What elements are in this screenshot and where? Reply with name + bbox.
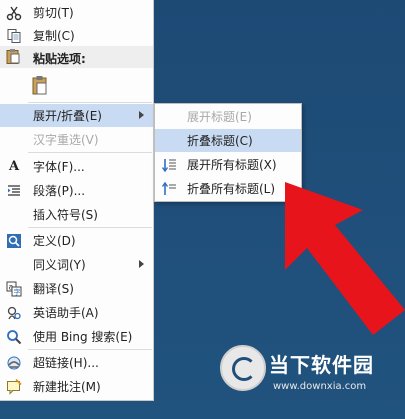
menu-item-new-comment[interactable]: 新建批注(M) <box>0 375 153 398</box>
paste-options-header: 粘贴选项: <box>0 46 153 68</box>
collapse-all-icon <box>160 180 178 198</box>
copy-icon <box>5 27 23 45</box>
menu-item-copy[interactable]: 复制(C) <box>0 24 153 47</box>
submenu-arrow-icon <box>139 111 144 119</box>
menu-item-font[interactable]: A 字体(F)... <box>0 155 153 178</box>
menu-item-label: 插入符号(S) <box>33 208 98 222</box>
paragraph-icon <box>5 182 23 200</box>
menu-item-paragraph[interactable]: 段落(P)... <box>0 179 153 202</box>
submenu-item-collapse-heading[interactable]: 折叠标题(C) <box>155 129 301 152</box>
menu-item-label: 字体(F)... <box>33 160 85 174</box>
separator <box>28 102 152 103</box>
context-menu: 剪切(T) 复制(C) 粘贴选项: 展开/折叠(E) 汉字重选(V) A 字体(… <box>0 0 154 401</box>
menu-item-hyperlink[interactable]: 超链接(H)... <box>0 351 153 374</box>
menu-item-label: 同义词(Y) <box>33 258 86 272</box>
paste-keep-text-only-button[interactable] <box>0 70 153 100</box>
menu-item-label: 剪切(T) <box>33 6 74 20</box>
menu-item-label: 汉字重选(V) <box>33 133 99 147</box>
svg-text:字: 字 <box>14 287 21 296</box>
menu-item-label: 超链接(H)... <box>33 356 99 370</box>
menu-item-label: 翻译(S) <box>33 282 74 296</box>
menu-item-label: 定义(D) <box>33 234 76 248</box>
menu-item-english-assistant[interactable]: 英语助手(A) <box>0 301 153 324</box>
paste-icon <box>5 48 21 67</box>
submenu-arrow-icon <box>139 260 144 268</box>
search-icon <box>5 328 23 346</box>
clipboard-paste-icon <box>31 76 49 95</box>
separator <box>28 349 152 350</box>
watermark: 当下软件园 www.downxia.com <box>215 343 405 409</box>
menu-item-synonyms[interactable]: 同义词(Y) <box>0 253 153 276</box>
english-assistant-icon <box>5 304 23 322</box>
translate-icon: a字 <box>5 280 23 298</box>
menu-item-label: 展开/折叠(E) <box>33 109 102 123</box>
menu-item-label: 展开标题(E) <box>187 110 252 124</box>
font-icon: A <box>8 159 20 174</box>
menu-item-define[interactable]: 定义(D) <box>0 229 153 252</box>
paste-options-label: 粘贴选项: <box>33 52 86 66</box>
watermark-logo-icon <box>220 345 266 391</box>
separator <box>28 152 152 153</box>
new-comment-icon <box>5 378 23 396</box>
menu-item-cut[interactable]: 剪切(T) <box>0 1 153 24</box>
menu-item-label: 复制(C) <box>33 29 75 43</box>
menu-item-label: 折叠标题(C) <box>187 134 253 148</box>
menu-item-insert-symbol[interactable]: 插入符号(S) <box>0 203 153 226</box>
menu-item-bing-search[interactable]: 使用 Bing 搜索(E) <box>0 325 153 348</box>
menu-item-translate[interactable]: a字 翻译(S) <box>0 277 153 300</box>
red-arrow-annotation <box>285 182 405 335</box>
menu-item-han-reconvert: 汉字重选(V) <box>0 128 153 151</box>
separator <box>28 227 152 228</box>
menu-item-label: 段落(P)... <box>33 184 86 198</box>
menu-item-label: 新建批注(M) <box>33 380 101 394</box>
hyperlink-icon <box>5 354 23 372</box>
menu-item-expand-collapse[interactable]: 展开/折叠(E) <box>0 104 153 127</box>
expand-all-icon <box>160 156 178 174</box>
menu-item-label: 使用 Bing 搜索(E) <box>33 330 133 344</box>
define-icon <box>5 232 23 250</box>
watermark-name: 当下软件园 <box>269 353 374 377</box>
menu-item-label: 英语助手(A) <box>33 306 99 320</box>
submenu-item-expand-heading: 展开标题(E) <box>155 105 301 128</box>
scissors-icon <box>5 4 23 22</box>
watermark-url: www.downxia.com <box>273 381 367 392</box>
